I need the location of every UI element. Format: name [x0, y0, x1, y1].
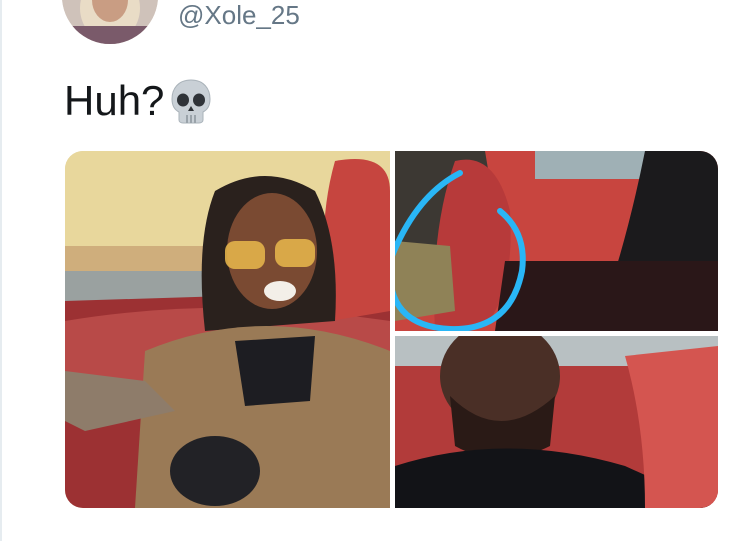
user-handle[interactable]: @Xole_25 — [178, 0, 300, 30]
photo-man-in-car[interactable] — [395, 336, 718, 508]
avatar-image — [62, 0, 158, 44]
avatar[interactable] — [62, 0, 158, 44]
photo-woman-in-car[interactable] — [65, 151, 390, 508]
tweet-text-content: Huh? — [64, 77, 165, 124]
skull-emoji-icon — [171, 79, 211, 124]
tweet-text: Huh? — [64, 76, 216, 126]
media-grid[interactable] — [65, 151, 718, 508]
photo-car-interior-highlighted[interactable] — [395, 151, 718, 331]
timeline-divider — [0, 0, 2, 541]
